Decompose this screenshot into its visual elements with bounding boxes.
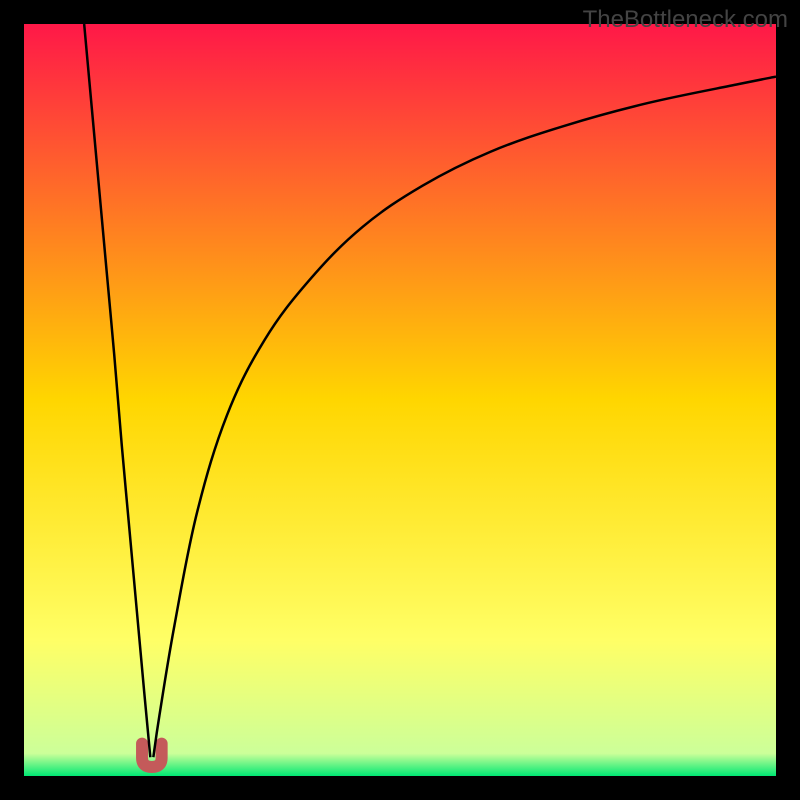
attribution-label: TheBottleneck.com <box>583 6 788 34</box>
bottleneck-chart <box>24 24 776 776</box>
plot-background <box>24 24 776 776</box>
